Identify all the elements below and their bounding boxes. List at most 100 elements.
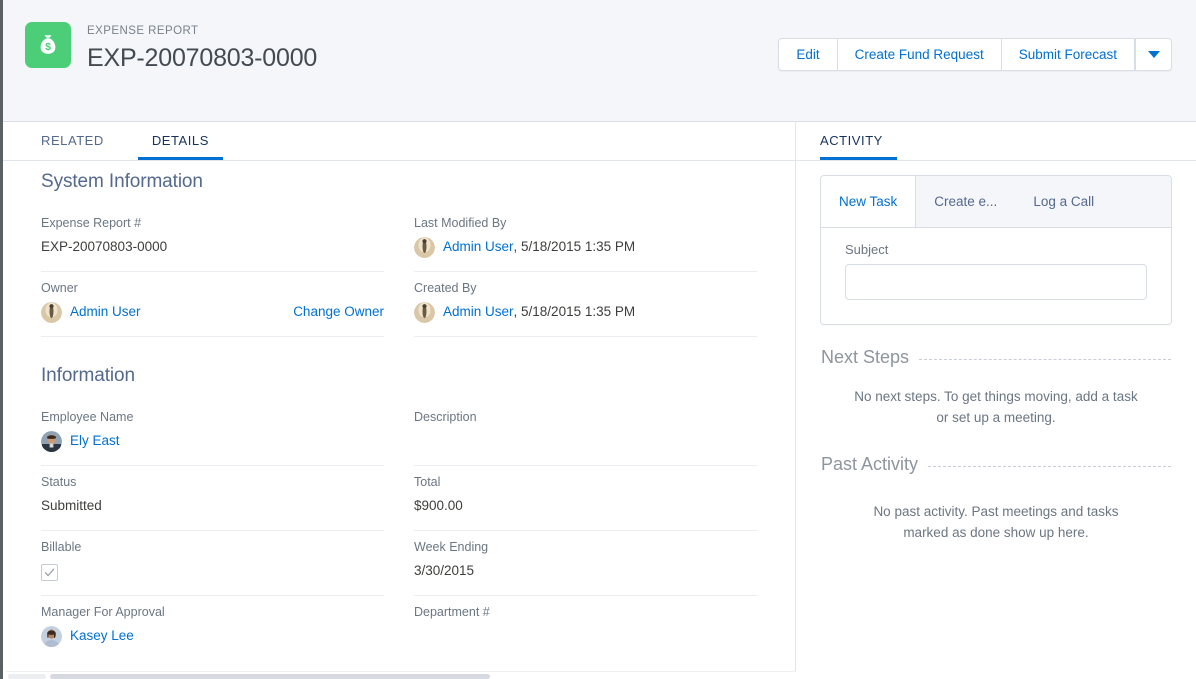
field-description: Description [414,401,757,466]
field-value: 3/30/2015 [414,563,475,578]
subject-input[interactable] [845,264,1147,300]
kasey-lee-avatar [41,625,62,647]
field-week-ending: Week Ending 3/30/2015 [414,531,757,596]
scrollbar-thumb[interactable] [50,674,490,679]
admin-user-avatar [414,301,435,323]
admin-user-avatar [414,236,435,258]
field-last-modified-by: Last Modified By Admin User , 5/18/2015 … [414,207,757,272]
field-label: Manager For Approval [41,605,165,619]
information-grid: Employee Name Ely East Status Submitted … [3,401,795,660]
field-label: Owner [41,281,78,295]
check-icon [44,568,55,576]
field-label: Total [414,475,441,489]
field-created-by: Created By Admin User , 5/18/2015 1:35 P… [414,272,757,337]
record-header-text: EXPENSE REPORT EXP-20070803-0000 [87,22,317,74]
created-timestamp: , 5/18/2015 1:35 PM [513,304,636,319]
submit-forecast-button[interactable]: Submit Forecast [1002,39,1135,70]
tab-activity[interactable]: ACTIVITY [820,122,897,160]
chevron-down-icon [1147,51,1160,58]
composer-form: Subject [821,228,1171,324]
page-title: EXP-20070803-0000 [87,44,318,72]
section-title-system-information: System Information [41,171,203,192]
field-label: Expense Report # [41,216,142,230]
field-value [41,560,384,582]
field-value: EXP-20070803-0000 [41,239,168,254]
system-information-right-column: Last Modified By Admin User , 5/18/2015 … [414,207,757,337]
detail-tabs: RELATED DETAILS [3,122,795,161]
past-activity-header: Past Activity [820,454,1172,475]
field-total: Total $900.00 [414,466,757,531]
more-actions-button[interactable] [1135,39,1171,70]
composer-tab-new-task[interactable]: New Task [821,176,917,227]
record-detail-panel: RELATED DETAILS System Information Expen… [3,122,796,679]
ely-east-avatar [41,430,62,452]
field-owner: Owner Admin User Change Owner [41,272,384,337]
field-department-number: Department # [414,596,757,660]
subject-label: Subject [845,242,889,257]
last-modified-by-link[interactable]: Admin User [443,236,514,258]
field-expense-report-number: Expense Report # EXP-20070803-0000 [41,207,384,272]
divider-line [928,466,1171,467]
record-page: $ EXPENSE REPORT EXP-20070803-0000 Edit … [0,0,1196,679]
composer-tab-list: New Task Create e... Log a Call [821,176,1171,228]
field-value: Admin User , 5/18/2015 1:35 PM [414,236,757,258]
scrollbar-track-left [8,674,46,679]
activity-content: New Task Create e... Log a Call Subject … [796,175,1196,547]
activity-tabs: ACTIVITY [796,122,1196,161]
divider-line [919,359,1171,360]
tab-details[interactable]: DETAILS [137,122,223,160]
create-fund-request-button[interactable]: Create Fund Request [838,39,1002,70]
field-value: Ely East [41,430,384,452]
field-manager-for-approval: Manager For Approval Kasey Lee [41,596,384,660]
composer-tab-log-a-call[interactable]: Log a Call [1015,176,1112,227]
field-label: Week Ending [414,540,489,554]
past-activity-empty-message: No past activity. Past meetings and task… [873,504,1119,540]
admin-user-avatar [41,301,62,323]
employee-name-link[interactable]: Ely East [70,430,120,452]
field-label: Department # [414,605,490,619]
field-status: Status Submitted [41,466,384,531]
record-header-identity: $ EXPENSE REPORT EXP-20070803-0000 [25,22,317,74]
field-value: $900.00 [414,498,463,513]
field-employee-name: Employee Name Ely East [41,401,384,466]
past-activity-title: Past Activity [821,454,919,474]
record-actions-toolbar: Edit Create Fund Request Submit Forecast [778,38,1172,71]
edit-button[interactable]: Edit [779,39,838,70]
field-label: Last Modified By [414,216,507,230]
change-owner-link[interactable]: Change Owner [293,301,384,323]
field-label: Employee Name [41,410,134,424]
field-label: Billable [41,540,82,554]
field-value: Submitted [41,498,102,513]
field-label: Created By [414,281,477,295]
system-information-left-column: Expense Report # EXP-20070803-0000 Owner [41,207,384,337]
last-modified-timestamp: , 5/18/2015 1:35 PM [513,239,636,254]
owner-link[interactable]: Admin User [70,301,141,323]
activity-composer: New Task Create e... Log a Call Subject [820,175,1172,325]
system-information-grid: Expense Report # EXP-20070803-0000 Owner [3,207,795,337]
tab-related[interactable]: RELATED [41,122,118,160]
horizontal-scrollbar[interactable] [6,671,796,679]
activity-panel: ACTIVITY New Task Create e... Log a Call… [796,122,1196,679]
billable-checkbox [41,563,58,581]
created-by-link[interactable]: Admin User [443,301,514,323]
money-bag-icon: $ [25,22,71,68]
next-steps-empty-message: No next steps. To get things moving, add… [854,389,1138,425]
information-left-column: Employee Name Ely East Status Submitted … [41,401,384,660]
field-label: Description [414,410,477,424]
field-value [414,430,757,452]
field-value: Admin User , 5/18/2015 1:35 PM [414,301,757,323]
next-steps-title: Next Steps [821,347,910,367]
record-header: $ EXPENSE REPORT EXP-20070803-0000 Edit … [3,0,1196,122]
section-title-information: Information [41,365,135,386]
manager-for-approval-link[interactable]: Kasey Lee [70,625,134,647]
svg-text:$: $ [45,41,51,53]
next-steps-header: Next Steps [820,347,1172,368]
object-type-label: EXPENSE REPORT [87,25,199,37]
field-value [414,625,757,647]
composer-tab-create-email[interactable]: Create e... [916,176,1015,227]
field-label: Status [41,475,77,489]
field-billable: Billable [41,531,384,596]
information-right-column: Description Total $900.00 Week Ending 3/… [414,401,757,660]
record-body: RELATED DETAILS System Information Expen… [3,122,1196,679]
field-value: Kasey Lee [41,625,384,647]
